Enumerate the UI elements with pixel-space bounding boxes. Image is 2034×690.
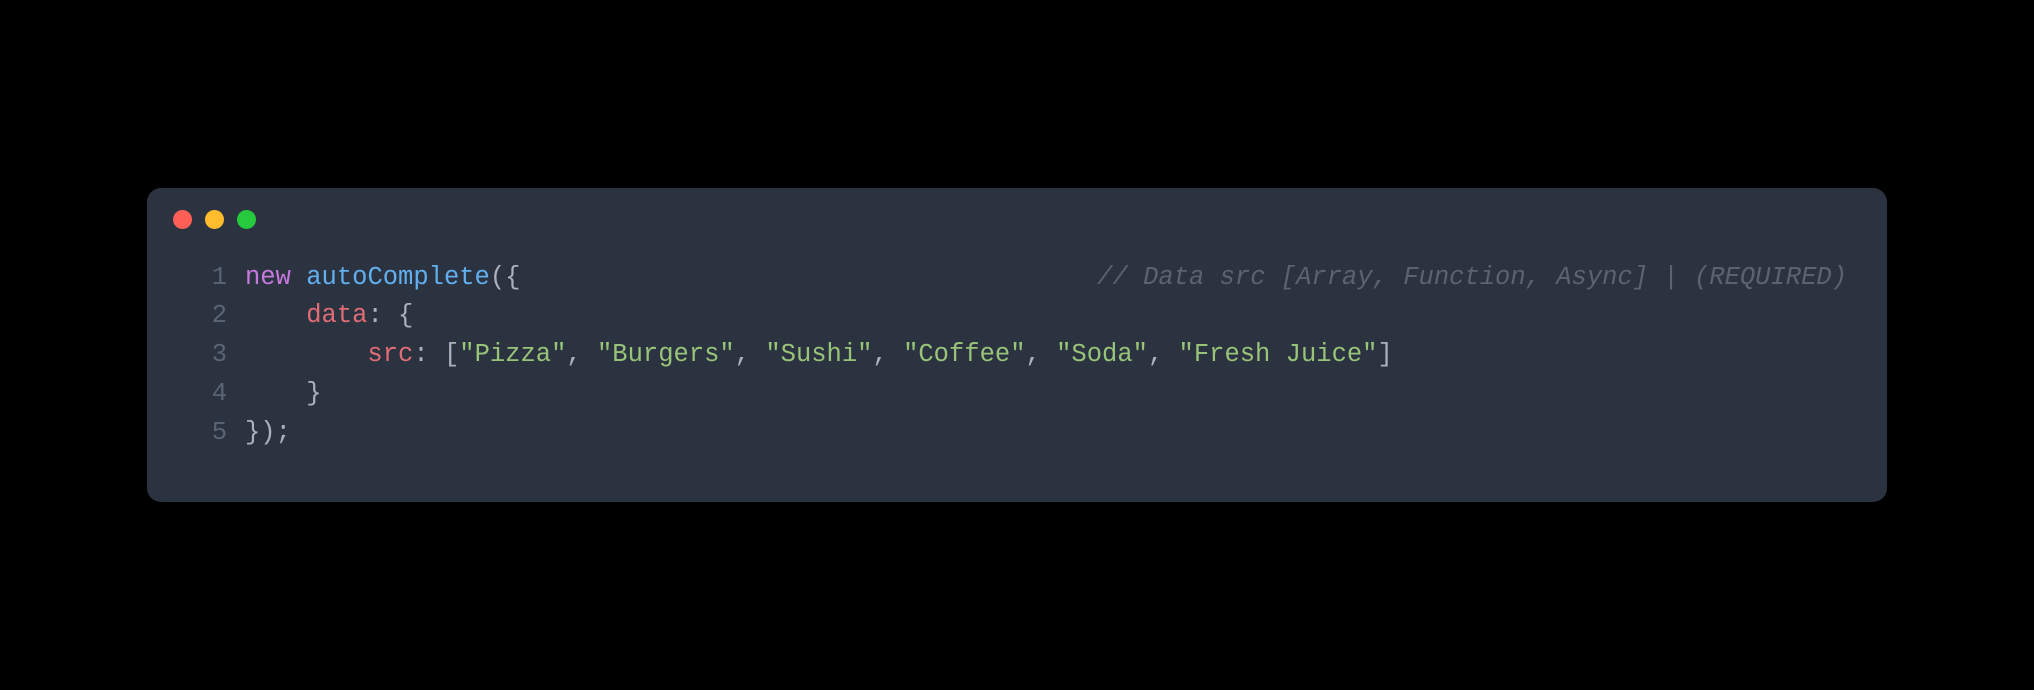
- code-content: });: [245, 414, 1847, 453]
- close-brace-paren: });: [245, 418, 291, 447]
- function-name: autoComplete: [306, 263, 490, 292]
- code-line: 5 });: [187, 414, 1847, 453]
- line-number: 2: [187, 297, 227, 336]
- line-number: 5: [187, 414, 227, 453]
- line-number: 1: [187, 259, 227, 298]
- code-content: src: ["Pizza", "Burgers", "Sushi", "Coff…: [245, 336, 1847, 375]
- brace: ({: [490, 263, 521, 292]
- window-titlebar: [147, 188, 1887, 245]
- string-literal: "Fresh Juice": [1179, 340, 1378, 369]
- code-content: data: {: [245, 297, 1847, 336]
- code-line: 2 data: {: [187, 297, 1847, 336]
- property-src: src: [367, 340, 413, 369]
- string-literal: "Pizza": [459, 340, 566, 369]
- zoom-icon[interactable]: [237, 210, 256, 229]
- string-literal: "Sushi": [765, 340, 872, 369]
- colon-brace: : {: [367, 301, 413, 330]
- line-number: 3: [187, 336, 227, 375]
- property-data: data: [306, 301, 367, 330]
- code-content: }: [245, 375, 1847, 414]
- code-editor[interactable]: 1 new autoComplete({ // Data src [Array,…: [147, 245, 1887, 503]
- string-literal: "Coffee": [903, 340, 1025, 369]
- minimize-icon[interactable]: [205, 210, 224, 229]
- code-window: 1 new autoComplete({ // Data src [Array,…: [147, 188, 1887, 503]
- close-icon[interactable]: [173, 210, 192, 229]
- string-literal: "Burgers": [597, 340, 735, 369]
- colon-bracket: : [: [413, 340, 459, 369]
- string-literal: "Soda": [1056, 340, 1148, 369]
- code-content: new autoComplete({ // Data src [Array, F…: [245, 259, 1847, 298]
- line-number: 4: [187, 375, 227, 414]
- close-bracket: ]: [1377, 340, 1392, 369]
- keyword-new: new: [245, 263, 291, 292]
- code-line: 3 src: ["Pizza", "Burgers", "Sushi", "Co…: [187, 336, 1847, 375]
- code-line: 1 new autoComplete({ // Data src [Array,…: [187, 259, 1847, 298]
- code-comment: // Data src [Array, Function, Async] | (…: [1097, 259, 1847, 298]
- close-brace: }: [306, 379, 321, 408]
- code-line: 4 }: [187, 375, 1847, 414]
